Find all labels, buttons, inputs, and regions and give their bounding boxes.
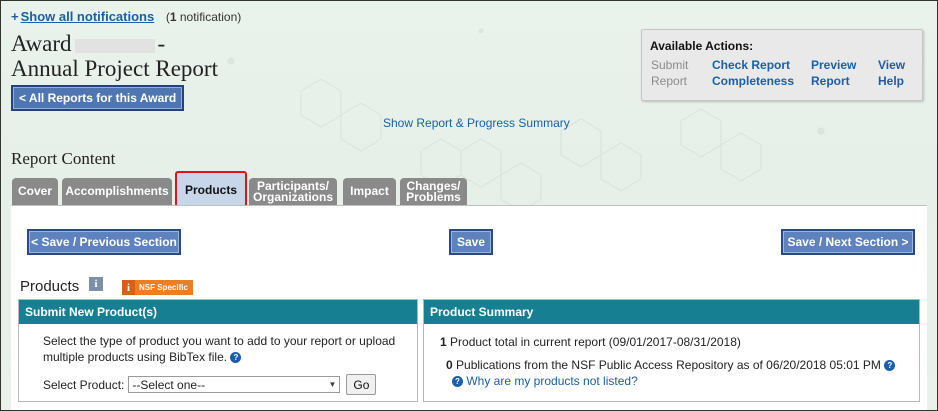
chevron-down-icon: ▼ — [328, 380, 337, 389]
notification-count-number: 1 — [169, 10, 177, 24]
submit-report-action: Submit Report — [651, 57, 688, 89]
select-product-value: --Select one-- — [132, 377, 206, 392]
view-help-line2: Help — [878, 74, 905, 88]
notification-count-suffix: notification — [179, 10, 238, 24]
submit-instructions: Select the type of product you want to a… — [43, 333, 413, 365]
product-total-text: Product total in current report (09/01/2… — [450, 335, 741, 349]
tab-participants-organizations[interactable]: Participants/ Organizations — [249, 178, 337, 205]
plus-icon: + — [11, 9, 19, 24]
check-report-line2: Completeness — [712, 74, 795, 88]
save-next-section-button[interactable]: Save / Next Section > — [781, 229, 915, 255]
report-content-title: Report Content — [11, 149, 116, 168]
tab-changes-line2: Problems — [406, 189, 461, 204]
tab-changes-problems[interactable]: Changes/ Problems — [400, 178, 467, 205]
badge-info-icon: i — [122, 280, 135, 295]
redacted-award-number — [75, 38, 156, 53]
report-title: Annual Project Report — [11, 56, 218, 81]
tab-accomplishments[interactable]: Accomplishments — [62, 178, 172, 205]
nsf-badge-label: NSF Specific — [139, 283, 188, 292]
save-button[interactable]: Save — [449, 229, 493, 255]
publications-count: 0 — [446, 358, 453, 372]
why-products-link[interactable]: Why are my products not listed? — [466, 374, 637, 388]
product-summary-box: Product Summary 1 Product total in curre… — [423, 299, 920, 402]
available-actions-panel: Available Actions: Submit Report Check R… — [641, 29, 923, 101]
help-icon[interactable]: ? — [884, 360, 896, 372]
show-all-notifications-link[interactable]: Show all notifications — [21, 9, 155, 24]
preview-report-line2: Report — [811, 74, 850, 88]
award-suffix: - — [157, 31, 166, 56]
check-report-completeness-link[interactable]: Check Report Completeness — [712, 57, 794, 89]
select-product-dropdown[interactable]: --Select one-- ▼ — [128, 376, 341, 393]
submit-new-products-header: Submit New Product(s) — [19, 300, 417, 324]
info-icon[interactable]: i — [89, 277, 103, 291]
preview-report-link[interactable]: Preview Report — [811, 57, 856, 89]
view-help-line1: View — [878, 58, 906, 72]
product-summary-header: Product Summary — [424, 300, 919, 324]
tab-participants-line2: Organizations — [252, 189, 333, 204]
why-products-not-listed[interactable]: ? Why are my products not listed? — [452, 374, 638, 388]
save-previous-section-button[interactable]: < Save / Previous Section — [27, 229, 181, 255]
go-button[interactable]: Go — [346, 374, 377, 395]
select-product-label: Select Product: — [43, 377, 125, 392]
submit-report-line2: Report — [651, 74, 688, 88]
product-total-line: 1 Product total in current report (09/01… — [440, 335, 741, 349]
products-section-label: Products — [20, 278, 80, 295]
award-title: Award - — [11, 31, 165, 57]
view-help-link[interactable]: View Help — [878, 57, 905, 89]
help-icon[interactable]: ? — [230, 352, 242, 364]
page-frame: + Show all notifications (1 notification)… — [0, 0, 938, 411]
nsf-specific-badge: i NSF Specific — [122, 280, 193, 295]
notification-count: (1 notification) — [165, 10, 242, 24]
publications-line: 0 Publications from the NSF Public Acces… — [446, 358, 896, 372]
show-report-summary-link[interactable]: Show Report & Progress Summary — [383, 116, 570, 130]
notification-bar: + Show all notifications (1 notification) — [11, 9, 241, 24]
preview-report-line1: Preview — [811, 58, 857, 72]
check-report-line1: Check Report — [712, 58, 791, 72]
all-reports-button[interactable]: < All Reports for this Award — [11, 85, 185, 111]
award-prefix: Award — [11, 31, 72, 56]
help-icon: ? — [452, 376, 463, 388]
available-actions-title: Available Actions: — [650, 39, 754, 53]
tab-cover[interactable]: Cover — [12, 178, 58, 205]
submit-new-products-box: Submit New Product(s) Select the type of… — [18, 299, 418, 402]
product-total-count: 1 — [440, 335, 447, 349]
submit-instructions-text: Select the type of product you want to a… — [43, 334, 396, 364]
select-product-row: Select Product: --Select one-- ▼ Go — [43, 374, 377, 395]
publications-text: Publications from the NSF Public Access … — [456, 358, 881, 372]
tab-impact[interactable]: Impact — [343, 178, 396, 205]
tab-products[interactable]: Products — [175, 171, 247, 209]
submit-report-line1: Submit — [651, 58, 689, 72]
